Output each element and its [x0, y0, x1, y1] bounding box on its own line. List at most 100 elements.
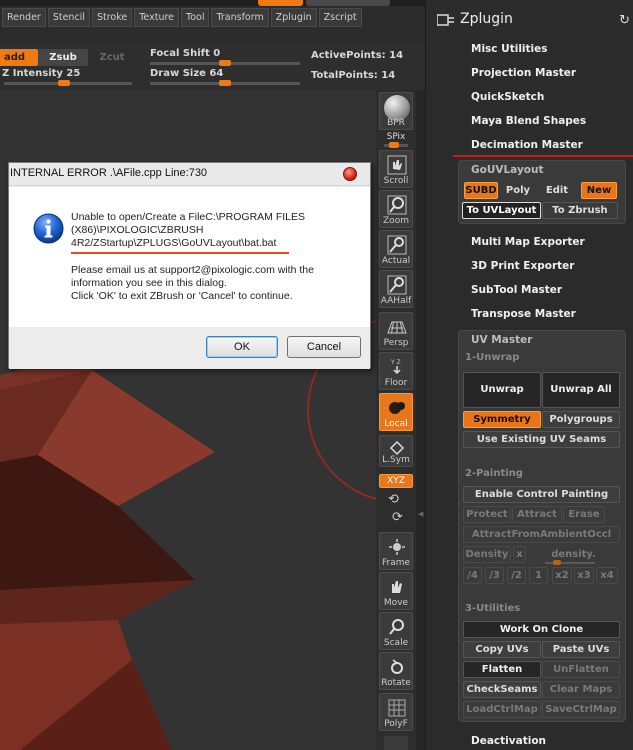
transp-button-partial[interactable]: [384, 736, 408, 750]
draw-size-slider[interactable]: Draw Size 64: [150, 68, 223, 79]
copy-uvs-button[interactable]: Copy UVs: [463, 641, 541, 658]
actual-button[interactable]: Actual: [379, 230, 413, 268]
refresh-icon[interactable]: ↻: [619, 13, 630, 28]
aahalf-button[interactable]: AAHalf: [379, 270, 413, 308]
plugin-subtool-master[interactable]: SubTool Master: [471, 284, 562, 296]
polyf-button[interactable]: PolyF: [379, 693, 413, 731]
to-zbrush-button[interactable]: To Zbrush: [542, 202, 618, 219]
menu-texture[interactable]: Texture: [134, 8, 180, 27]
flatten-button[interactable]: Flatten: [463, 661, 541, 678]
density-slider[interactable]: density.: [527, 546, 620, 563]
density-x4-button[interactable]: x4: [596, 567, 618, 584]
erase-button[interactable]: Erase: [563, 506, 605, 523]
dialog-title-bar[interactable]: INTERNAL ERROR .\AFile.cpp Line:730: [9, 163, 370, 186]
lsym-button[interactable]: L.Sym: [379, 435, 413, 467]
plugin-projection-master[interactable]: Projection Master: [471, 67, 576, 79]
spix-label[interactable]: SPix: [376, 132, 416, 142]
active-menu-tab[interactable]: [258, 0, 303, 6]
density-knob[interactable]: [553, 560, 561, 565]
use-existing-uv-seams-toggle[interactable]: Use Existing UV Seams: [463, 431, 620, 448]
gouvlayout-title[interactable]: GoUVLayout: [471, 164, 544, 176]
density-x2-button[interactable]: x2: [552, 567, 572, 584]
scroll-button[interactable]: Scroll: [379, 150, 413, 188]
plugin-misc-utilities[interactable]: Misc Utilities: [471, 43, 548, 55]
focal-shift-knob[interactable]: [219, 60, 231, 66]
uvmaster-title[interactable]: UV Master: [471, 334, 532, 346]
zadd-button[interactable]: add: [0, 49, 38, 66]
polyframe-grid-icon: [388, 699, 406, 717]
move-button[interactable]: Move: [379, 572, 413, 610]
zoom-label: Zoom: [383, 216, 409, 226]
z-intensity-slider[interactable]: Z Intensity 25: [2, 68, 80, 79]
plugin-deactivation[interactable]: Deactivation: [471, 735, 546, 747]
attract-button[interactable]: Attract: [512, 506, 562, 523]
plugin-quicksketch[interactable]: QuickSketch: [471, 91, 544, 103]
menu-tab[interactable]: [306, 0, 390, 6]
rotate-button[interactable]: Rotate: [379, 652, 413, 690]
density-one-button[interactable]: 1: [529, 567, 548, 584]
persp-button[interactable]: Persp: [379, 312, 413, 350]
checkseams-button[interactable]: CheckSeams: [463, 681, 541, 698]
poly-button[interactable]: Poly: [499, 182, 537, 199]
frame-button[interactable]: Frame: [379, 532, 413, 570]
work-on-clone-button[interactable]: Work On Clone: [463, 621, 620, 638]
cancel-button[interactable]: Cancel: [287, 336, 361, 358]
xyz-button[interactable]: XYZ: [379, 474, 413, 488]
attract-from-ambient-occlusion-button[interactable]: AttractFromAmbientOccl: [463, 526, 620, 543]
floor-button[interactable]: Y Z Floor: [379, 352, 413, 390]
plugin-maya-blend-shapes[interactable]: Maya Blend Shapes: [471, 115, 586, 127]
plugin-multi-map-exporter[interactable]: Multi Map Exporter: [471, 236, 585, 248]
scale-button[interactable]: Scale: [379, 612, 413, 650]
paste-uvs-button[interactable]: Paste UVs: [542, 641, 620, 658]
menu-transform[interactable]: Transform: [211, 8, 269, 27]
density-x3-button[interactable]: x3: [574, 567, 594, 584]
floor-label: Floor: [384, 378, 408, 388]
density-third-button[interactable]: /3: [485, 567, 504, 584]
painting-section-label: 2-Painting: [465, 468, 523, 479]
zoom-button[interactable]: Zoom: [379, 190, 413, 228]
menu-stroke[interactable]: Stroke: [91, 8, 133, 27]
dialog-message-line: Unable to open/Create a FileC:\PROGRAM F…: [71, 211, 306, 223]
new-button[interactable]: New: [581, 182, 617, 199]
z-intensity-knob[interactable]: [58, 80, 70, 86]
menu-zplugin[interactable]: Zplugin: [270, 8, 317, 27]
density-quarter-button[interactable]: /4: [463, 567, 482, 584]
unwrap-all-button[interactable]: Unwrap All: [542, 372, 620, 408]
close-icon[interactable]: [343, 167, 357, 181]
draw-size-knob[interactable]: [219, 80, 231, 86]
protect-button[interactable]: Protect: [463, 506, 511, 523]
rotate-z-icon[interactable]: ⟳: [392, 510, 403, 525]
menu-tool[interactable]: Tool: [181, 8, 210, 27]
polygroups-toggle[interactable]: Polygroups: [542, 411, 620, 428]
unflatten-button[interactable]: UnFlatten: [542, 661, 620, 678]
focal-shift-slider[interactable]: Focal Shift 0: [150, 48, 220, 59]
plugin-transpose-master[interactable]: Transpose Master: [471, 308, 576, 320]
zplugin-header[interactable]: Zplugin ↻: [426, 0, 633, 38]
plugin-decimation-master[interactable]: Decimation Master: [471, 139, 583, 151]
density-half-button[interactable]: /2: [507, 567, 526, 584]
subd-button[interactable]: SUBD: [464, 182, 498, 199]
ok-button[interactable]: OK: [206, 336, 278, 358]
edit-button[interactable]: Edit: [541, 182, 573, 199]
menu-stencil[interactable]: Stencil: [47, 8, 90, 27]
density-button[interactable]: Density: [463, 546, 511, 563]
clear-maps-button[interactable]: Clear Maps: [542, 681, 620, 698]
highlight-underline: [453, 155, 633, 157]
local-button[interactable]: Local: [379, 393, 413, 431]
symmetry-toggle[interactable]: Symmetry: [463, 411, 541, 428]
to-uvlayout-button[interactable]: To UVLayout: [462, 202, 541, 219]
zcut-button[interactable]: Zcut: [92, 49, 132, 66]
unwrap-button[interactable]: Unwrap: [463, 372, 541, 408]
enable-control-painting-toggle[interactable]: Enable Control Painting: [463, 486, 620, 503]
collapse-arrow-icon[interactable]: ◀: [418, 510, 423, 518]
spix-knob[interactable]: [389, 142, 399, 148]
zsub-button[interactable]: Zsub: [38, 49, 88, 66]
menu-zscript[interactable]: Zscript: [318, 8, 362, 27]
save-control-map-button[interactable]: SaveCtrlMap: [542, 701, 620, 718]
rotate-y-icon[interactable]: ⟲: [388, 492, 399, 507]
load-control-map-button[interactable]: LoadCtrlMap: [463, 701, 541, 718]
density-x-button[interactable]: x: [513, 546, 526, 563]
bpr-button[interactable]: BPR: [379, 92, 413, 130]
plugin-3d-print-exporter[interactable]: 3D Print Exporter: [471, 260, 574, 272]
menu-render[interactable]: Render: [2, 8, 46, 27]
